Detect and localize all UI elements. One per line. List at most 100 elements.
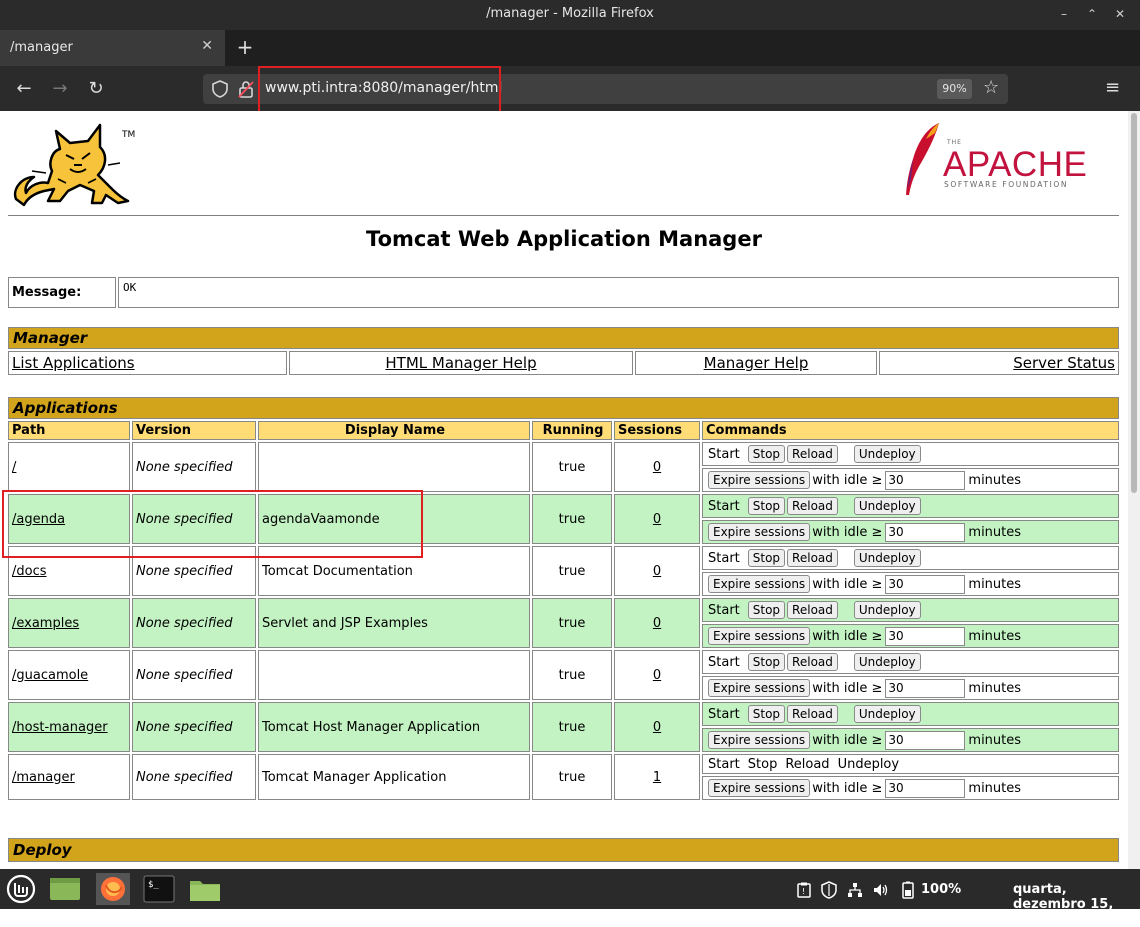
expire-sessions-button[interactable]: Expire sessions xyxy=(708,778,811,797)
stop-button[interactable]: Stop xyxy=(747,445,786,463)
list-applications-link[interactable]: List Applications xyxy=(12,354,135,372)
app-path-link[interactable]: / xyxy=(12,460,16,475)
manager-help-link[interactable]: Manager Help xyxy=(704,354,809,372)
expire-sessions-button[interactable]: Expire sessions xyxy=(708,470,811,489)
idle-minutes-input[interactable]: 30 xyxy=(885,730,966,750)
tomcat-logo[interactable]: TM xyxy=(8,119,138,209)
app-sessions-link[interactable]: 0 xyxy=(653,564,661,579)
terminal-icon[interactable]: $_ xyxy=(142,873,176,905)
battery-icon[interactable] xyxy=(901,881,915,899)
hamburger-menu-icon[interactable]: ≡ xyxy=(1105,77,1120,98)
app-version: None specified xyxy=(132,598,256,648)
table-row: / None specified true 0 Start Stop Reload U… xyxy=(8,442,1119,492)
app-running: true xyxy=(532,754,612,800)
app-sessions-link[interactable]: 1 xyxy=(653,770,661,785)
new-tab-button[interactable]: + xyxy=(234,35,256,59)
network-icon[interactable] xyxy=(847,882,863,898)
close-window-icon[interactable]: ✕ xyxy=(1110,4,1130,24)
reload-button[interactable]: Reload xyxy=(787,445,838,463)
app-path-link[interactable]: /manager xyxy=(12,770,75,785)
idle-minutes-input[interactable]: 30 xyxy=(885,778,966,798)
column-running: Running xyxy=(532,421,612,440)
apache-foundation-label: SOFTWARE FOUNDATION xyxy=(944,180,1069,189)
expire-sessions-button[interactable]: Expire sessions xyxy=(708,678,811,697)
app-sessions-link[interactable]: 0 xyxy=(653,512,661,527)
minimize-icon[interactable]: – xyxy=(1054,4,1074,24)
shield-icon[interactable] xyxy=(211,80,229,98)
minutes-label: minutes xyxy=(968,576,1022,592)
expire-sessions-button[interactable]: Expire sessions xyxy=(708,626,811,645)
expire-sessions-button[interactable]: Expire sessions xyxy=(708,522,811,541)
insecure-lock-icon[interactable] xyxy=(238,80,254,98)
clipboard-icon[interactable]: ! xyxy=(797,882,811,898)
app-display-name xyxy=(258,650,530,700)
bookmark-star-icon[interactable]: ☆ xyxy=(983,77,999,98)
firefox-icon[interactable] xyxy=(96,873,130,905)
app-path-link[interactable]: /guacamole xyxy=(12,668,88,683)
undeploy-button[interactable]: Undeploy xyxy=(853,705,921,723)
window-title: /manager - Mozilla Firefox xyxy=(486,6,654,21)
app-display-name: Tomcat Host Manager Application xyxy=(258,702,530,752)
update-shield-icon[interactable] xyxy=(821,881,837,899)
clock[interactable]: quarta, dezembro 15, 15:21 xyxy=(1013,882,1140,927)
stop-button[interactable]: Stop xyxy=(747,653,786,671)
undeploy-button[interactable]: Undeploy xyxy=(853,653,921,671)
close-tab-icon[interactable]: ✕ xyxy=(201,38,213,54)
applications-table: Applications Path Version Display Name R… xyxy=(6,395,1121,802)
start-label: Start xyxy=(708,499,740,514)
back-icon[interactable]: ← xyxy=(12,77,36,101)
app-sessions-link[interactable]: 0 xyxy=(653,668,661,683)
volume-icon[interactable] xyxy=(873,882,889,898)
app-path-link[interactable]: /examples xyxy=(12,616,79,631)
undeploy-button[interactable]: Undeploy xyxy=(853,445,921,463)
html-manager-help-link[interactable]: HTML Manager Help xyxy=(385,354,536,372)
forward-icon[interactable]: → xyxy=(48,77,72,101)
header-divider xyxy=(8,215,1119,216)
show-desktop-icon[interactable] xyxy=(48,873,82,905)
idle-minutes-input[interactable]: 30 xyxy=(885,470,966,490)
undeploy-button[interactable]: Undeploy xyxy=(853,549,921,567)
app-sessions-link[interactable]: 0 xyxy=(653,460,661,475)
reload-button[interactable]: Reload xyxy=(787,549,838,567)
expire-sessions-button[interactable]: Expire sessions xyxy=(708,730,811,749)
mint-menu-icon[interactable] xyxy=(4,873,38,905)
scrollbar-thumb[interactable] xyxy=(1131,113,1137,493)
undeploy-button[interactable]: Undeploy xyxy=(853,497,921,515)
app-version: None specified xyxy=(132,650,256,700)
idle-minutes-input[interactable]: 30 xyxy=(885,574,966,594)
reload-button[interactable]: Reload xyxy=(787,601,838,619)
files-folder-icon[interactable] xyxy=(188,873,222,905)
start-label: Start xyxy=(708,551,740,566)
message-table: Message: OK xyxy=(6,275,1121,310)
idle-minutes-input[interactable]: 30 xyxy=(885,522,966,542)
stop-button[interactable]: Stop xyxy=(747,705,786,723)
reload-button[interactable]: Reload xyxy=(787,497,838,515)
tab-manager[interactable]: /manager ✕ xyxy=(0,30,225,66)
apache-logo[interactable]: THE APACHE SOFTWARE FOUNDATION xyxy=(895,119,1095,199)
app-path-link[interactable]: /docs xyxy=(12,564,47,579)
app-version: None specified xyxy=(132,702,256,752)
with-idle-label: with idle ≥ xyxy=(812,680,883,696)
app-display-name xyxy=(258,442,530,492)
with-idle-label: with idle ≥ xyxy=(812,628,883,644)
undeploy-button[interactable]: Undeploy xyxy=(853,601,921,619)
zoom-level[interactable]: 90% xyxy=(937,79,972,99)
idle-minutes-input[interactable]: 30 xyxy=(885,626,966,646)
reload-button[interactable]: Reload xyxy=(787,653,838,671)
stop-button[interactable]: Stop xyxy=(747,601,786,619)
app-sessions-link[interactable]: 0 xyxy=(653,720,661,735)
reload-icon[interactable]: ↻ xyxy=(84,77,108,101)
server-status-link[interactable]: Server Status xyxy=(1013,354,1115,372)
reload-button[interactable]: Reload xyxy=(787,705,838,723)
manager-table: Manager List Applications HTML Manager H… xyxy=(6,325,1121,377)
stop-button[interactable]: Stop xyxy=(747,549,786,567)
expire-sessions-button[interactable]: Expire sessions xyxy=(708,574,811,593)
idle-minutes-input[interactable]: 30 xyxy=(885,678,966,698)
vertical-scrollbar[interactable] xyxy=(1128,111,1140,869)
table-row: /examples None specified Servlet and JSP… xyxy=(8,598,1119,648)
maximize-icon[interactable]: ⌃ xyxy=(1082,4,1102,24)
stop-button[interactable]: Stop xyxy=(747,497,786,515)
app-path-link[interactable]: /host-manager xyxy=(12,720,108,735)
app-sessions-link[interactable]: 0 xyxy=(653,616,661,631)
applications-heading: Applications xyxy=(8,397,1119,419)
